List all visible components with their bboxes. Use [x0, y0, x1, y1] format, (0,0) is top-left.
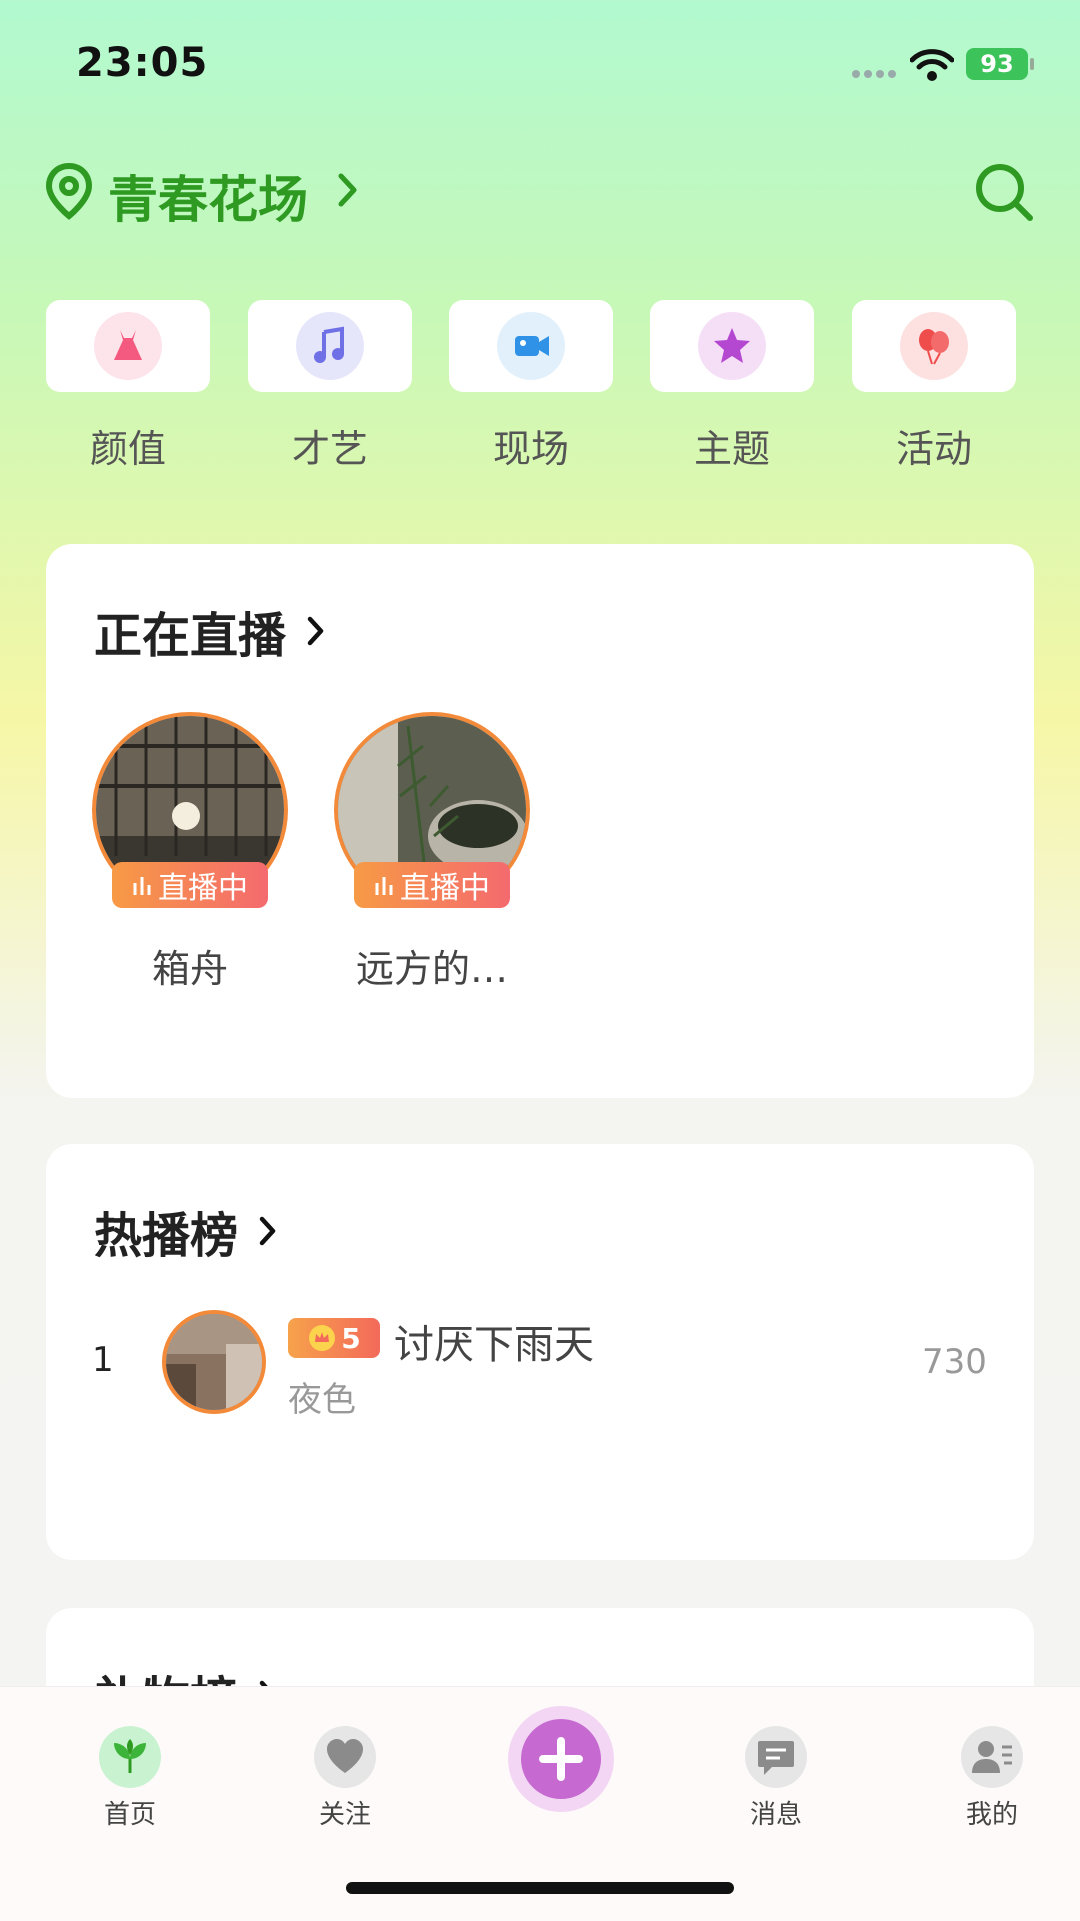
rank-name[interactable]: 讨厌下雨天: [394, 1312, 594, 1370]
live-item[interactable]: 直播中 箱舟: [92, 712, 288, 993]
tab-label: 关注: [318, 1800, 371, 1830]
category-label: 现场: [492, 427, 569, 471]
category-beauty[interactable]: 颜值: [46, 300, 210, 473]
live-badge-label: 直播中: [158, 871, 248, 906]
sound-bars-icon: [375, 877, 393, 895]
category-live-scene[interactable]: 现场: [449, 300, 613, 473]
category-tile[interactable]: [852, 300, 1016, 392]
level-number: 5: [341, 1321, 361, 1355]
cellular-signal-icon: [852, 70, 898, 80]
category-tile[interactable]: [46, 300, 210, 392]
live-badge: 直播中: [354, 862, 510, 908]
video-camera-icon: [497, 312, 565, 380]
crown-icon: [309, 1325, 336, 1351]
chevron-right-icon: [307, 616, 324, 646]
live-item[interactable]: 直播中 远方的…: [334, 712, 530, 993]
category-label: 活动: [895, 427, 972, 471]
music-note-icon: [296, 312, 364, 380]
category-theme[interactable]: 主题: [650, 300, 814, 473]
live-name: 远方的…: [355, 947, 508, 991]
balloon-icon: [900, 312, 968, 380]
section-title: 热播榜: [94, 1208, 239, 1264]
tab-messages[interactable]: 消息: [706, 1726, 846, 1831]
category-tile[interactable]: [650, 300, 814, 392]
message-icon: [745, 1726, 807, 1788]
tab-home[interactable]: 首页: [60, 1726, 200, 1831]
tab-label: 我的: [965, 1800, 1018, 1830]
search-icon[interactable]: [972, 160, 1036, 228]
home-plant-icon: [99, 1726, 161, 1788]
level-badge: 5: [288, 1318, 380, 1358]
profile-icon: [961, 1726, 1023, 1788]
chevron-right-icon[interactable]: [336, 170, 360, 214]
home-indicator: [346, 1882, 734, 1894]
live-name: 箱舟: [151, 947, 228, 991]
tab-profile[interactable]: 我的: [922, 1726, 1062, 1831]
tab-follow[interactable]: 关注: [275, 1726, 415, 1831]
category-label: 主题: [693, 427, 770, 471]
chevron-right-icon: [259, 1216, 276, 1246]
category-tile[interactable]: [248, 300, 412, 392]
location-pin-icon[interactable]: [44, 162, 94, 224]
location-title[interactable]: 青春花场: [108, 160, 308, 232]
status-time: 23:05: [76, 40, 209, 86]
hot-ranking-header[interactable]: 热播榜: [94, 1196, 278, 1266]
live-now-header[interactable]: 正在直播: [94, 596, 326, 666]
heart-icon: [314, 1726, 376, 1788]
category-activity[interactable]: 活动: [852, 300, 1016, 473]
category-talent[interactable]: 才艺: [248, 300, 412, 473]
live-badge: 直播中: [112, 862, 268, 908]
section-title: 正在直播: [94, 608, 287, 664]
live-badge-label: 直播中: [400, 871, 490, 906]
rank-subtitle: 夜色: [288, 1380, 356, 1420]
sound-bars-icon: [133, 877, 151, 895]
category-label: 颜值: [89, 427, 166, 471]
battery-icon: 93: [966, 48, 1028, 80]
star-icon: [698, 312, 766, 380]
dress-icon: [94, 312, 162, 380]
wifi-icon: [909, 48, 955, 86]
category-tile[interactable]: [449, 300, 613, 392]
tab-label: 消息: [749, 1800, 802, 1830]
tab-label: 首页: [103, 1800, 156, 1830]
category-label: 才艺: [291, 427, 368, 471]
avatar[interactable]: [162, 1310, 266, 1414]
plus-icon: [521, 1719, 601, 1799]
rank-number: 1: [92, 1340, 114, 1380]
create-button[interactable]: [508, 1706, 614, 1812]
battery-tip: [1030, 58, 1034, 70]
rank-score: 730: [922, 1342, 987, 1382]
